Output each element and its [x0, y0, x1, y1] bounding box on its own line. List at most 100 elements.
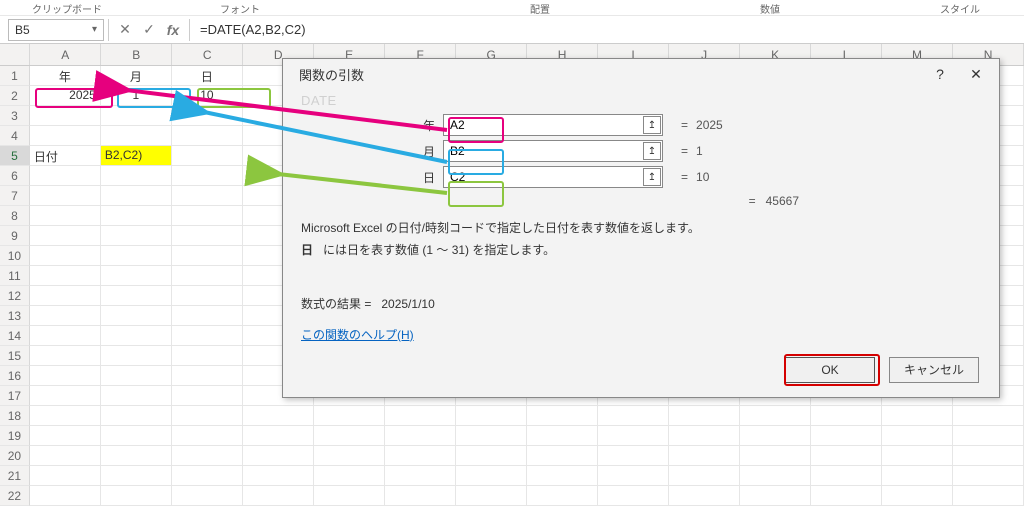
- row-header-8[interactable]: 8: [0, 206, 30, 226]
- cell-A14[interactable]: [30, 326, 101, 346]
- cell-D19[interactable]: [243, 426, 314, 446]
- cell-B18[interactable]: [101, 406, 172, 426]
- cell-B9[interactable]: [101, 226, 172, 246]
- cell-L22[interactable]: [811, 486, 882, 506]
- cell-I18[interactable]: [598, 406, 669, 426]
- cell-H19[interactable]: [527, 426, 598, 446]
- cell-A11[interactable]: [30, 266, 101, 286]
- cell-N21[interactable]: [953, 466, 1024, 486]
- cell-A7[interactable]: [30, 186, 101, 206]
- cell-B5[interactable]: B2,C2): [101, 146, 172, 166]
- cell-I22[interactable]: [598, 486, 669, 506]
- cell-C11[interactable]: [172, 266, 243, 286]
- cell-A10[interactable]: [30, 246, 101, 266]
- cell-I20[interactable]: [598, 446, 669, 466]
- arg-input-1[interactable]: [443, 140, 663, 162]
- cell-E19[interactable]: [314, 426, 385, 446]
- cell-D22[interactable]: [243, 486, 314, 506]
- cell-D18[interactable]: [243, 406, 314, 426]
- cell-A8[interactable]: [30, 206, 101, 226]
- arg-input-2[interactable]: [443, 166, 663, 188]
- cell-J18[interactable]: [669, 406, 740, 426]
- cell-L20[interactable]: [811, 446, 882, 466]
- cell-J19[interactable]: [669, 426, 740, 446]
- cell-M21[interactable]: [882, 466, 953, 486]
- cell-B4[interactable]: [101, 126, 172, 146]
- cell-C3[interactable]: [172, 106, 243, 126]
- cell-B13[interactable]: [101, 306, 172, 326]
- name-box[interactable]: B5 ▾: [8, 19, 104, 41]
- cell-C2[interactable]: 10: [172, 86, 243, 106]
- cell-B3[interactable]: [101, 106, 172, 126]
- close-button[interactable]: ✕: [959, 61, 993, 87]
- cell-B15[interactable]: [101, 346, 172, 366]
- cell-A16[interactable]: [30, 366, 101, 386]
- cell-A4[interactable]: [30, 126, 101, 146]
- cell-N18[interactable]: [953, 406, 1024, 426]
- row-header-5[interactable]: 5: [0, 146, 30, 166]
- cell-A9[interactable]: [30, 226, 101, 246]
- cell-C15[interactable]: [172, 346, 243, 366]
- cell-A21[interactable]: [30, 466, 101, 486]
- row-header-9[interactable]: 9: [0, 226, 30, 246]
- collapse-icon[interactable]: ↥: [643, 116, 661, 134]
- cell-N22[interactable]: [953, 486, 1024, 506]
- cell-B7[interactable]: [101, 186, 172, 206]
- cell-B14[interactable]: [101, 326, 172, 346]
- cell-A18[interactable]: [30, 406, 101, 426]
- cell-D20[interactable]: [243, 446, 314, 466]
- cell-A13[interactable]: [30, 306, 101, 326]
- cell-C21[interactable]: [172, 466, 243, 486]
- cell-B17[interactable]: [101, 386, 172, 406]
- cell-E18[interactable]: [314, 406, 385, 426]
- cell-C19[interactable]: [172, 426, 243, 446]
- cell-B6[interactable]: [101, 166, 172, 186]
- cell-C6[interactable]: [172, 166, 243, 186]
- cell-E20[interactable]: [314, 446, 385, 466]
- cancel-button[interactable]: キャンセル: [889, 357, 979, 383]
- col-header-B[interactable]: B: [101, 44, 172, 65]
- cell-F22[interactable]: [385, 486, 456, 506]
- cell-C5[interactable]: [172, 146, 243, 166]
- cell-A20[interactable]: [30, 446, 101, 466]
- enter-formula-button[interactable]: ✓: [137, 21, 161, 38]
- cell-A5[interactable]: 日付: [30, 146, 101, 166]
- select-all-corner[interactable]: [0, 44, 30, 65]
- cell-E22[interactable]: [314, 486, 385, 506]
- arg-input-0[interactable]: [443, 114, 663, 136]
- cell-C22[interactable]: [172, 486, 243, 506]
- row-header-1[interactable]: 1: [0, 66, 30, 86]
- ok-button[interactable]: OK: [785, 357, 875, 383]
- help-button[interactable]: ?: [923, 61, 957, 87]
- cell-F19[interactable]: [385, 426, 456, 446]
- row-header-15[interactable]: 15: [0, 346, 30, 366]
- cell-C12[interactable]: [172, 286, 243, 306]
- formula-input[interactable]: =DATE(A2,B2,C2): [200, 22, 306, 37]
- cell-C18[interactable]: [172, 406, 243, 426]
- row-header-20[interactable]: 20: [0, 446, 30, 466]
- cell-H20[interactable]: [527, 446, 598, 466]
- cell-A6[interactable]: [30, 166, 101, 186]
- cell-C7[interactable]: [172, 186, 243, 206]
- function-help-link[interactable]: この関数のヘルプ(H): [301, 326, 414, 343]
- cell-C8[interactable]: [172, 206, 243, 226]
- cell-K22[interactable]: [740, 486, 811, 506]
- cell-H22[interactable]: [527, 486, 598, 506]
- fx-button[interactable]: fx: [161, 22, 185, 38]
- cell-C14[interactable]: [172, 326, 243, 346]
- cell-A17[interactable]: [30, 386, 101, 406]
- cell-M18[interactable]: [882, 406, 953, 426]
- cell-K21[interactable]: [740, 466, 811, 486]
- row-header-3[interactable]: 3: [0, 106, 30, 126]
- cell-C16[interactable]: [172, 366, 243, 386]
- cancel-formula-button[interactable]: ✕: [113, 21, 137, 38]
- cell-M20[interactable]: [882, 446, 953, 466]
- cell-B11[interactable]: [101, 266, 172, 286]
- cell-B20[interactable]: [101, 446, 172, 466]
- row-header-6[interactable]: 6: [0, 166, 30, 186]
- cell-I19[interactable]: [598, 426, 669, 446]
- row-header-2[interactable]: 2: [0, 86, 30, 106]
- cell-N20[interactable]: [953, 446, 1024, 466]
- cell-L19[interactable]: [811, 426, 882, 446]
- row-header-21[interactable]: 21: [0, 466, 30, 486]
